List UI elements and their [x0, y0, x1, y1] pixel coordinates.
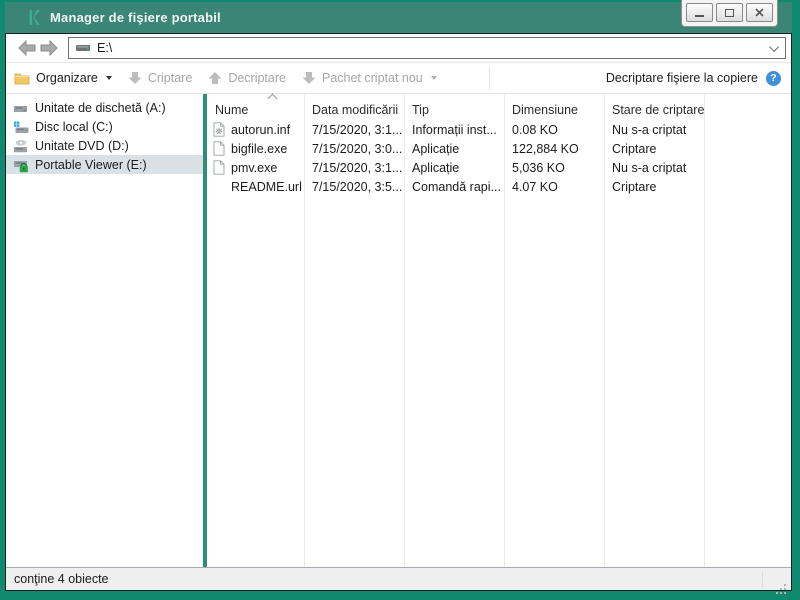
column-separator[interactable] — [604, 94, 605, 567]
drive-sidebar: Unitate de dischetă (A:) Disc local (C:) — [6, 94, 203, 567]
sidebar-item-label: Disc local (C:) — [35, 119, 113, 134]
window-content: E:\ Organizare Criptare Decriptare Pache… — [5, 33, 792, 591]
titlebar: Manager de fişiere portabil — [5, 0, 792, 33]
maximize-button[interactable] — [716, 3, 743, 22]
column-separator[interactable] — [504, 94, 505, 567]
organize-label: Organizare — [36, 71, 98, 85]
chevron-down-icon — [430, 76, 437, 80]
minimize-button[interactable] — [686, 3, 713, 22]
statusbar-separator — [762, 571, 763, 587]
local-disk-icon — [14, 121, 29, 133]
file-list-header: Nume Data modificării Tip Dimensiune Sta… — [207, 93, 791, 120]
sidebar-item-portable-viewer-e[interactable]: Portable Viewer (E:) — [6, 155, 203, 174]
floppy-drive-icon — [14, 105, 27, 112]
arrow-down-icon — [128, 72, 142, 84]
close-icon — [755, 8, 764, 17]
back-arrow-icon — [18, 40, 36, 56]
decrypt-button[interactable]: Decriptare — [208, 71, 286, 85]
status-text: conţine 4 obiecte — [14, 572, 109, 586]
column-separator[interactable] — [404, 94, 405, 567]
toolbar-separator — [489, 67, 490, 90]
minimize-icon — [695, 14, 704, 17]
file-encryption-status: Criptare — [612, 179, 657, 194]
sidebar-item-dvd-d[interactable]: Unitate DVD (D:) — [6, 136, 203, 155]
arrow-up-icon — [208, 72, 222, 84]
empty-icon-slot — [213, 179, 226, 195]
sidebar-item-floppy-a[interactable]: Unitate de dischetă (A:) — [6, 98, 203, 117]
arrow-down-icon — [302, 72, 316, 84]
folder-icon — [14, 73, 30, 84]
window-controls — [681, 0, 778, 27]
file-size: 4.07 KO — [512, 179, 558, 194]
back-button[interactable] — [16, 38, 38, 58]
locked-portable-drive-icon — [14, 160, 28, 172]
maximize-icon — [725, 8, 734, 17]
column-header-size[interactable]: Dimensiune — [504, 103, 604, 117]
status-bar: conţine 4 obiecte — [6, 567, 791, 590]
column-header-status[interactable]: Stare de criptare — [604, 103, 704, 117]
encrypt-label: Criptare — [147, 71, 193, 85]
forward-arrow-icon — [40, 40, 58, 56]
dvd-drive-icon — [14, 139, 27, 152]
file-encryption-status: Criptare — [612, 141, 657, 156]
file-modified: 7/15/2020, 3:0... — [312, 141, 403, 156]
column-header-modified[interactable]: Data modificării — [304, 103, 404, 117]
file-size: 122,884 KO — [512, 141, 579, 156]
file-name: autorun.inf — [231, 122, 291, 137]
decrypt-on-copy-option[interactable]: Decriptare fişiere la copiere ? — [605, 70, 781, 86]
drive-icon — [76, 45, 90, 51]
sidebar-item-local-disk-c[interactable]: Disc local (C:) — [6, 117, 203, 136]
file-name: pmv.exe — [231, 160, 278, 175]
resize-grip-icon[interactable] — [784, 584, 786, 586]
kaspersky-logo-icon — [29, 10, 41, 25]
file-modified: 7/15/2020, 3:1... — [312, 122, 403, 137]
column-separator[interactable] — [704, 94, 705, 567]
toolbar: Organizare Criptare Decriptare Pachet cr… — [6, 63, 791, 94]
sidebar-item-label: Portable Viewer (E:) — [35, 157, 147, 172]
organize-button[interactable]: Organizare — [14, 71, 112, 85]
sidebar-item-label: Unitate de dischetă (A:) — [35, 100, 166, 115]
file-modified: 7/15/2020, 3:1... — [312, 160, 403, 175]
column-header-type[interactable]: Tip — [404, 103, 504, 117]
setup-information-file-icon — [213, 122, 225, 137]
column-separator[interactable] — [304, 94, 305, 567]
address-path: E:\ — [97, 41, 113, 55]
file-size: 0.08 KO — [512, 122, 558, 137]
sidebar-item-label: Unitate DVD (D:) — [35, 138, 129, 153]
file-type: Informații inst... — [412, 122, 497, 137]
forward-button[interactable] — [38, 38, 60, 58]
file-encryption-status: Nu s-a criptat — [612, 122, 687, 137]
generic-file-icon — [213, 160, 225, 175]
file-encryption-status: Nu s-a criptat — [612, 160, 687, 175]
file-list: Nume Data modificării Tip Dimensiune Sta… — [207, 93, 791, 567]
main-area: Unitate de dischetă (A:) Disc local (C:) — [6, 93, 791, 567]
decrypt-label: Decriptare — [228, 71, 286, 85]
portable-file-manager-window: Manager de fişiere portabil E:\ Organiza… — [0, 0, 800, 600]
file-type: Comandă rapi... — [412, 179, 501, 194]
new-encrypted-package-button[interactable]: Pachet criptat nou — [302, 71, 437, 85]
file-name: README.url — [231, 179, 302, 194]
file-type: Aplicație — [412, 141, 460, 156]
file-size: 5,036 KO — [512, 160, 565, 175]
close-button[interactable] — [746, 3, 773, 22]
encrypt-button[interactable]: Criptare — [128, 71, 192, 85]
column-header-name[interactable]: Nume — [207, 103, 304, 117]
decrypt-on-copy-label: Decriptare fişiere la copiere — [605, 71, 758, 85]
new-encrypted-package-label: Pachet criptat nou — [321, 71, 423, 85]
file-name: bigfile.exe — [231, 141, 288, 156]
help-icon[interactable]: ? — [766, 70, 781, 86]
address-bar[interactable]: E:\ — [68, 37, 786, 59]
file-modified: 7/15/2020, 3:5... — [312, 179, 403, 194]
chevron-down-icon — [105, 76, 112, 80]
window-title: Manager de fişiere portabil — [50, 10, 221, 25]
generic-file-icon — [213, 141, 225, 156]
file-type: Aplicație — [412, 160, 460, 175]
navigation-bar: E:\ — [6, 34, 791, 63]
